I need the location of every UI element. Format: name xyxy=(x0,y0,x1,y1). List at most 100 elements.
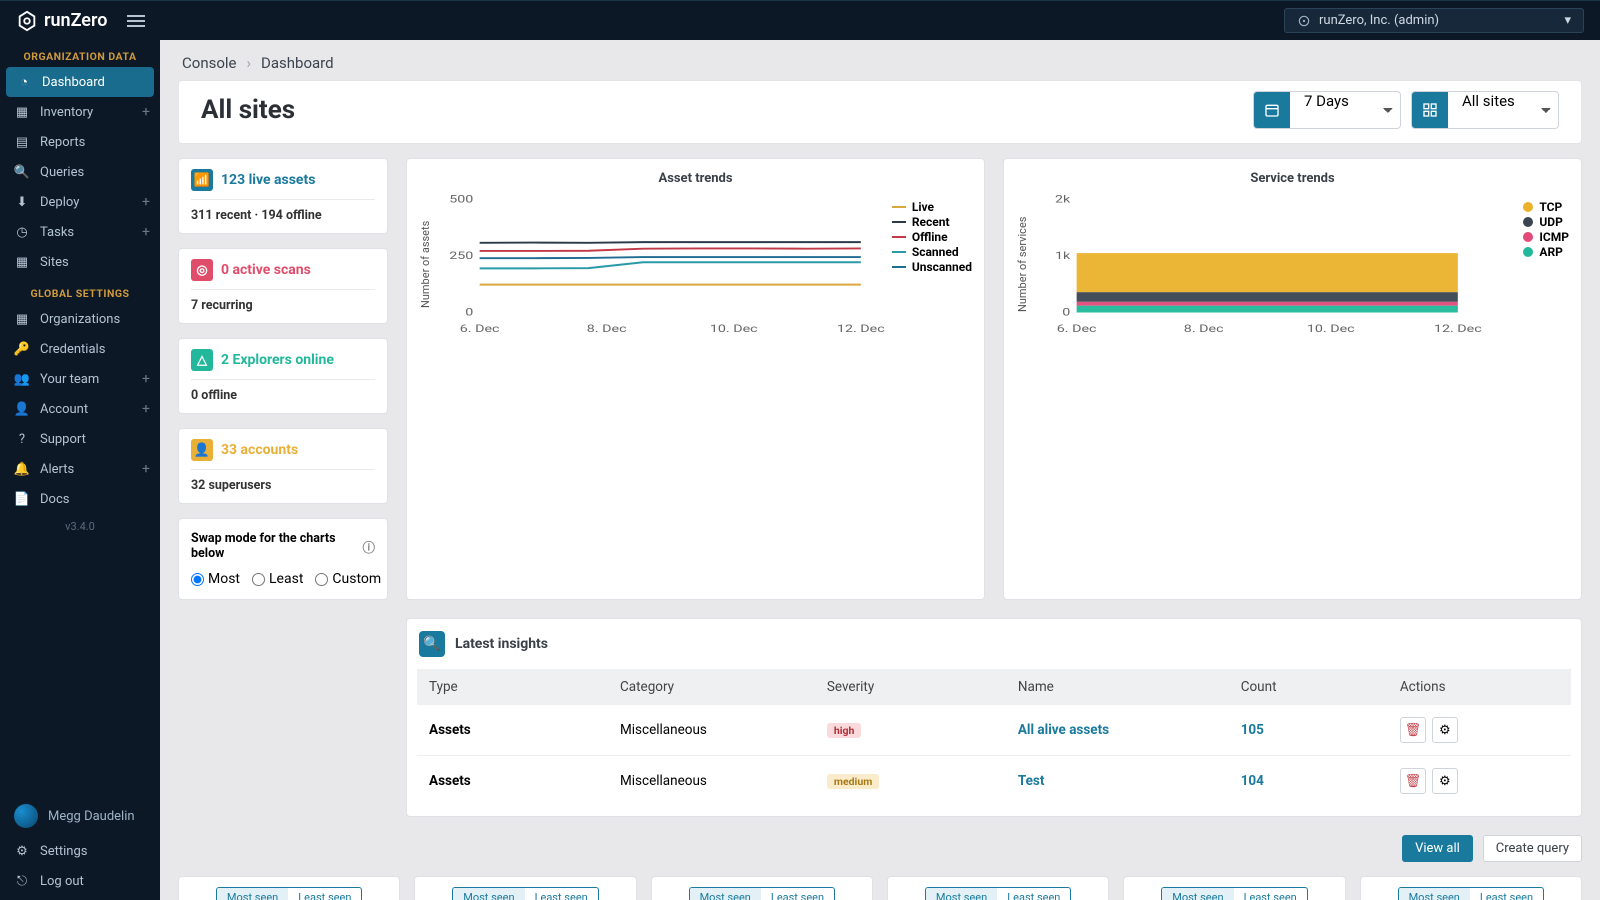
svg-text:500: 500 xyxy=(449,194,473,205)
org-selector[interactable]: runZero, Inc. (admin) ▾ xyxy=(1284,8,1584,33)
delete-icon[interactable]: 🗑 xyxy=(1400,768,1426,794)
stat-explorers[interactable]: △2 Explorers online 0 offline xyxy=(178,338,388,414)
swap-radio-custom[interactable]: Custom xyxy=(315,571,381,587)
mini-toggle[interactable]: Most seen Least seen xyxy=(925,887,1071,900)
topbar: runZero runZero, Inc. (admin) ▾ xyxy=(0,0,1600,40)
grid-icon xyxy=(1412,92,1448,128)
stat-accounts[interactable]: 👤33 accounts 32 superusers xyxy=(178,428,388,504)
swap-mode-card: Swap mode for the charts belowⓘ Most Lea… xyxy=(178,518,388,600)
sidebar-item-deploy[interactable]: ⬇Deploy+ xyxy=(0,187,160,217)
create-query-button[interactable]: Create query xyxy=(1483,835,1582,862)
sidebar-logout[interactable]: ⎋ Log out xyxy=(0,866,160,896)
range-selector[interactable]: 7 Days xyxy=(1253,91,1401,129)
search-icon: 🔍 xyxy=(419,631,445,657)
gear-icon[interactable]: ⚙ xyxy=(1432,768,1458,794)
plus-icon[interactable]: + xyxy=(142,461,150,477)
mini-toggle[interactable]: Most seen Least seen xyxy=(689,887,835,900)
legend-item: ICMP xyxy=(1523,230,1569,244)
cell-category: Miscellaneous xyxy=(620,773,827,789)
sidebar-item-docs[interactable]: 📄Docs xyxy=(0,484,160,514)
sidebar-item-credentials[interactable]: 🔑Credentials xyxy=(0,334,160,364)
insight-row: Assets Miscellaneous medium Test 104 🗑 ⚙ xyxy=(417,756,1571,806)
stat-scans[interactable]: ◎0 active scans 7 recurring xyxy=(178,248,388,324)
sidebar-item-support[interactable]: ?Support xyxy=(0,424,160,454)
mini-toggle[interactable]: Most seen Least seen xyxy=(1161,887,1307,900)
mini-toggle[interactable]: Most seen Least seen xyxy=(216,887,362,900)
logout-icon: ⎋ xyxy=(14,873,30,889)
swap-radio-most[interactable]: Most xyxy=(191,571,240,587)
stat-assets[interactable]: 📶123 live assets 311 recent · 194 offlin… xyxy=(178,158,388,234)
mini-toggle[interactable]: Most seen Least seen xyxy=(1398,887,1544,900)
tab-most-seen[interactable]: Most seen xyxy=(1399,888,1470,900)
svg-text:6. Dec: 6. Dec xyxy=(460,323,500,334)
cell-name[interactable]: All alive assets xyxy=(1018,722,1241,738)
svg-text:12. Dec: 12. Dec xyxy=(837,323,885,334)
nav-icon: ▤ xyxy=(14,134,30,150)
cell-count[interactable]: 104 xyxy=(1241,773,1400,789)
nav-icon: 👥 xyxy=(14,371,30,387)
tab-most-seen[interactable]: Most seen xyxy=(453,888,524,900)
sidebar-item-organizations[interactable]: ▦Organizations xyxy=(0,304,160,334)
section-title: ORGANIZATION DATA xyxy=(0,40,160,67)
tab-most-seen[interactable]: Most seen xyxy=(217,888,288,900)
gear-icon[interactable]: ⚙ xyxy=(1432,717,1458,743)
logo-icon xyxy=(16,10,38,32)
sidebar-item-sites[interactable]: ▦Sites xyxy=(0,247,160,277)
mini-toggle[interactable]: Most seen Least seen xyxy=(452,887,598,900)
nav-icon: ◷ xyxy=(14,224,30,240)
plus-icon[interactable]: + xyxy=(142,224,150,240)
sidebar-item-queries[interactable]: 🔍Queries xyxy=(0,157,160,187)
cell-type: Assets xyxy=(429,722,620,738)
sidebar-item-inventory[interactable]: ▦Inventory+ xyxy=(0,97,160,127)
sidebar-item-dashboard[interactable]: ◔Dashboard xyxy=(6,67,154,97)
nav-icon: ▦ xyxy=(14,254,30,270)
sidebar-item-tasks[interactable]: ◷Tasks+ xyxy=(0,217,160,247)
chevron-right-icon: › xyxy=(247,54,252,72)
cell-count[interactable]: 105 xyxy=(1241,722,1400,738)
swap-radio-least[interactable]: Least xyxy=(252,571,303,587)
crumb-dashboard[interactable]: Dashboard xyxy=(261,54,334,72)
svg-text:1k: 1k xyxy=(1055,250,1071,261)
crumb-console[interactable]: Console xyxy=(182,54,237,72)
sidebar-settings[interactable]: ⚙ Settings xyxy=(0,836,160,866)
tab-least-seen[interactable]: Least seen xyxy=(1470,888,1543,900)
tab-most-seen[interactable]: Most seen xyxy=(1162,888,1233,900)
col-header: Type xyxy=(429,679,620,695)
sidebar-item-reports[interactable]: ▤Reports xyxy=(0,127,160,157)
sidebar-item-account[interactable]: 👤Account+ xyxy=(0,394,160,424)
site-selector[interactable]: All sites xyxy=(1411,91,1559,129)
plus-icon[interactable]: + xyxy=(142,194,150,210)
svg-text:10. Dec: 10. Dec xyxy=(710,323,758,334)
status-column: 📶123 live assets 311 recent · 194 offlin… xyxy=(178,158,388,600)
mini-chart-rtt_latency: Most seen Least seen Most seen RTT laten… xyxy=(887,876,1109,900)
app-logo[interactable]: runZero xyxy=(16,10,107,32)
user-block[interactable]: Megg Daudelin xyxy=(0,796,160,836)
svg-text:2k: 2k xyxy=(1055,194,1071,205)
tab-most-seen[interactable]: Most seen xyxy=(926,888,997,900)
legend-item: UDP xyxy=(1523,215,1569,229)
sidebar-item-alerts[interactable]: 🔔Alerts+ xyxy=(0,454,160,484)
plus-icon[interactable]: + xyxy=(142,371,150,387)
sidebar-item-your-team[interactable]: 👥Your team+ xyxy=(0,364,160,394)
tab-least-seen[interactable]: Least seen xyxy=(761,888,834,900)
gear-icon: ⚙ xyxy=(14,843,30,859)
tab-most-seen[interactable]: Most seen xyxy=(690,888,761,900)
tab-least-seen[interactable]: Least seen xyxy=(525,888,598,900)
nav-icon: ◔ xyxy=(16,74,32,90)
plus-icon[interactable]: + xyxy=(142,104,150,120)
calendar-icon xyxy=(1254,92,1290,128)
cell-name[interactable]: Test xyxy=(1018,773,1241,789)
tab-least-seen[interactable]: Least seen xyxy=(1234,888,1307,900)
view-all-button[interactable]: View all xyxy=(1402,835,1473,862)
info-icon[interactable]: ⓘ xyxy=(362,537,375,556)
menu-toggle-icon[interactable] xyxy=(127,12,145,30)
plus-icon[interactable]: + xyxy=(142,401,150,417)
tab-least-seen[interactable]: Least seen xyxy=(288,888,361,900)
legend-item: TCP xyxy=(1523,200,1569,214)
tab-least-seen[interactable]: Least seen xyxy=(997,888,1070,900)
nav-icon: ⬇ xyxy=(14,194,30,210)
delete-icon[interactable]: 🗑 xyxy=(1400,717,1426,743)
service-trends-chart: Service trends Number of services 01k2k6… xyxy=(1003,158,1582,600)
insights-card: 🔍 Latest insights TypeCategorySeverityNa… xyxy=(406,618,1582,817)
col-header: Category xyxy=(620,679,827,695)
